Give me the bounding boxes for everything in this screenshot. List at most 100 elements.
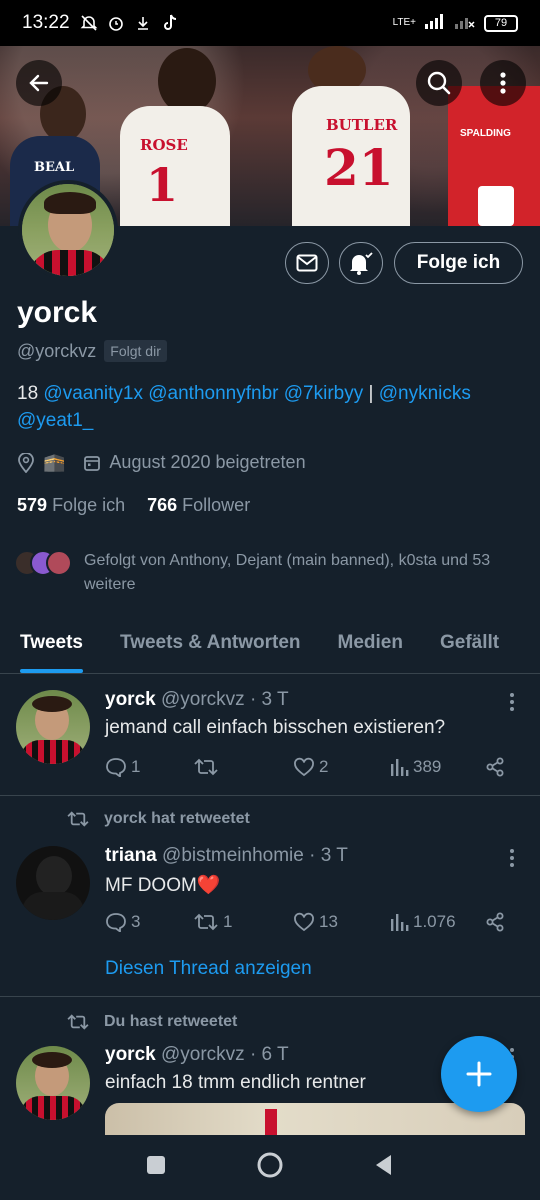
calendar-icon bbox=[84, 455, 101, 471]
signal-2-icon bbox=[454, 13, 476, 34]
followers-count: 766 bbox=[147, 495, 178, 515]
recents-button[interactable] bbox=[145, 1154, 167, 1181]
retweet-icon bbox=[67, 811, 89, 827]
profile-name: yorck bbox=[17, 296, 98, 329]
location-text: 🕋 bbox=[43, 452, 66, 472]
status-bar: 13:22 LTE+ 79 bbox=[0, 0, 540, 46]
views-button[interactable]: 389 bbox=[389, 757, 485, 777]
tweet-header: triana @bistmeinhomie · 3 T bbox=[105, 845, 348, 867]
avatar[interactable] bbox=[16, 690, 90, 764]
avatar-hair bbox=[32, 696, 72, 712]
reply-button[interactable]: 3 bbox=[105, 912, 193, 932]
location-icon bbox=[18, 452, 34, 473]
tweet-more-button[interactable] bbox=[510, 693, 516, 714]
followed-by-text[interactable]: Gefolgt von Anthony, Dejant (main banned… bbox=[84, 549, 524, 597]
like-count: 13 bbox=[319, 912, 338, 931]
media-detail bbox=[265, 1109, 277, 1135]
tweet-more-button[interactable] bbox=[510, 849, 516, 870]
profile-handle: @yorckvz bbox=[17, 340, 97, 361]
notify-button[interactable] bbox=[339, 242, 383, 284]
followers-label: Follower bbox=[182, 495, 251, 515]
tab-likes[interactable]: Gefällt bbox=[420, 620, 516, 673]
mute-icon bbox=[80, 14, 98, 32]
bio-mention-link[interactable]: @anthonnyfnbr bbox=[148, 383, 278, 404]
tweet-text: einfach 18 tmm endlich rentner bbox=[105, 1072, 366, 1093]
retweet-banner: Du hast retweetet bbox=[66, 1013, 237, 1031]
more-button[interactable] bbox=[480, 60, 526, 106]
status-notification-icons bbox=[80, 14, 179, 32]
tweet-text: MF DOOM❤️ bbox=[105, 875, 221, 896]
follow-button[interactable]: Folge ich bbox=[394, 242, 523, 284]
banner-jersey-butler: BUTLER 21 bbox=[292, 86, 410, 226]
tab-media[interactable]: Medien bbox=[318, 620, 420, 673]
compose-tweet-button[interactable] bbox=[441, 1036, 517, 1112]
bio-mention-link[interactable]: @7kirbyy bbox=[284, 383, 363, 404]
avatar-shirt bbox=[22, 892, 84, 920]
avatar[interactable] bbox=[16, 1046, 90, 1120]
tweet-handle-time: @yorckvz · 6 T bbox=[160, 1044, 289, 1065]
like-button[interactable]: 2 bbox=[293, 757, 389, 777]
follows-you-badge: Folgt dir bbox=[104, 340, 167, 362]
message-button[interactable] bbox=[285, 242, 329, 284]
avatar[interactable] bbox=[16, 846, 90, 920]
home-button[interactable] bbox=[256, 1151, 284, 1184]
search-icon bbox=[427, 71, 451, 95]
retweet-button[interactable] bbox=[193, 757, 293, 777]
avatar-hair bbox=[44, 192, 96, 214]
tweet[interactable]: yorck @yorckvz · 3 T jemand call einfach… bbox=[0, 675, 540, 795]
joined-date: August 2020 beigetreten bbox=[109, 452, 306, 472]
tweet-handle-time: @yorckvz · 3 T bbox=[160, 689, 289, 710]
bell-check-icon bbox=[350, 252, 373, 275]
reply-icon bbox=[106, 758, 126, 777]
tweet-handle-time: @bistmeinhomie · 3 T bbox=[162, 845, 348, 866]
bio-mention-link[interactable]: @nyknicks bbox=[379, 383, 471, 404]
tab-tweets-replies[interactable]: Tweets & Antworten bbox=[100, 620, 318, 673]
battery-icon: 79 bbox=[484, 14, 518, 32]
retweet-icon bbox=[67, 1014, 89, 1030]
tweet-header: yorck @yorckvz · 6 T bbox=[105, 1044, 289, 1066]
avatar-hair bbox=[32, 1052, 72, 1068]
search-button[interactable] bbox=[416, 60, 462, 106]
back-button[interactable] bbox=[16, 60, 62, 106]
tiktok-icon bbox=[161, 14, 179, 32]
handle-row: @yorckvz Folgt dir bbox=[17, 340, 167, 362]
bio-separator: | bbox=[363, 383, 379, 404]
following-stat[interactable]: 579 Folge ich bbox=[17, 495, 125, 516]
mail-icon bbox=[296, 254, 318, 272]
share-button[interactable] bbox=[485, 757, 505, 777]
show-thread-link[interactable]: Diesen Thread anzeigen bbox=[105, 958, 312, 980]
system-back-button[interactable] bbox=[373, 1153, 395, 1182]
jersey-name-rose: ROSE bbox=[140, 136, 188, 154]
tweet-author[interactable]: yorck bbox=[105, 1044, 156, 1065]
banner-hoop: SPALDING bbox=[448, 86, 540, 226]
views-button[interactable]: 1.076 bbox=[389, 912, 485, 932]
alarm-icon bbox=[107, 14, 125, 32]
reply-count: 1 bbox=[131, 757, 141, 776]
reply-icon bbox=[106, 913, 126, 932]
profile-bio: 18 @vaanity1x @anthonnyfnbr @7kirbyy | @… bbox=[17, 380, 522, 434]
tab-tweets[interactable]: Tweets bbox=[0, 620, 100, 673]
retweet-banner-text: Du hast retweetet bbox=[104, 1013, 238, 1030]
plus-icon bbox=[466, 1061, 492, 1087]
retweet-button[interactable]: 1 bbox=[193, 912, 293, 932]
like-button[interactable]: 13 bbox=[293, 912, 389, 932]
more-vertical-icon bbox=[500, 72, 506, 94]
reply-button[interactable]: 1 bbox=[105, 757, 193, 777]
retweet-count: 1 bbox=[223, 912, 233, 931]
profile-tabs: Tweets Tweets & Antworten Medien Gefällt bbox=[0, 620, 540, 674]
tweet-author[interactable]: triana bbox=[105, 845, 157, 866]
profile-meta: 🕋 August 2020 beigetreten bbox=[17, 452, 306, 473]
tweet[interactable]: yorck hat retweetet triana @bistmeinhomi… bbox=[0, 796, 540, 996]
view-count: 389 bbox=[413, 757, 442, 776]
jersey-name-butler: BUTLER bbox=[326, 116, 398, 134]
bio-mention-link[interactable]: @vaanity1x bbox=[43, 383, 143, 404]
tweet-author[interactable]: yorck bbox=[105, 689, 156, 710]
retweet-icon bbox=[194, 758, 218, 776]
retweet-banner: yorck hat retweetet bbox=[66, 810, 250, 828]
status-time: 13:22 bbox=[22, 12, 70, 33]
profile-avatar[interactable] bbox=[18, 180, 118, 280]
jersey-number-rose: 1 bbox=[146, 158, 179, 212]
bio-mention-link[interactable]: @yeat1_ bbox=[17, 410, 93, 431]
share-button[interactable] bbox=[485, 912, 505, 932]
followers-stat[interactable]: 766 Follower bbox=[147, 495, 250, 516]
